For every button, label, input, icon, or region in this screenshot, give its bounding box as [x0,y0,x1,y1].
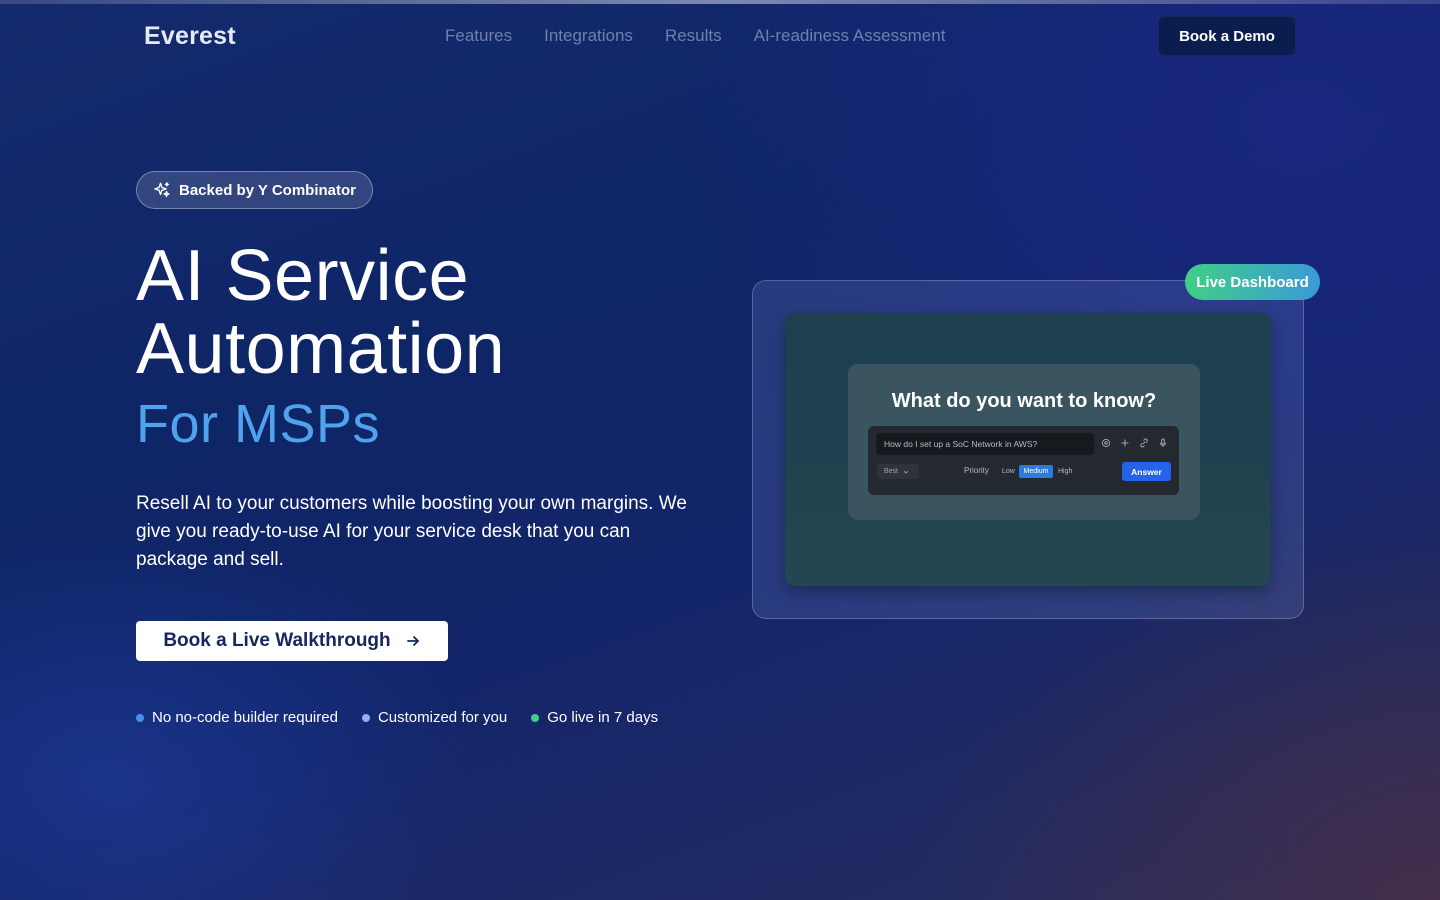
question-input[interactable] [876,433,1094,455]
top-accent-line [0,0,1440,4]
plus-icon[interactable] [1119,436,1131,450]
feature-point: No no-code builder required [136,709,338,726]
bullet-dot-icon [361,713,370,722]
brand-logo[interactable]: Everest [144,22,236,51]
priority-low[interactable]: Low [1002,465,1015,478]
cta-label: Book a Live Walkthrough [163,630,391,651]
mode-select[interactable]: Best [877,464,919,479]
yc-badge: Backed by Y Combinator [136,171,373,209]
gear-icon[interactable] [1100,436,1112,450]
sparkle-icon [154,182,170,198]
answer-button[interactable]: Answer [1122,462,1171,481]
hero-title-line-1: AI Service [136,236,470,316]
mode-select-label: Best [884,468,899,475]
feature-point-label: Customized for you [377,709,508,726]
feature-point-label: No no-code builder required [152,709,338,726]
main-nav: Features Integrations Results AI-readine… [445,26,945,46]
nav-results[interactable]: Results [665,26,722,46]
priority-high[interactable]: High [1058,465,1072,478]
bullet-dot-icon [531,713,540,722]
feature-point: Customized for you [361,709,508,726]
book-demo-button[interactable]: Book a Demo [1158,16,1296,56]
feature-points: No no-code builder required Customized f… [136,709,658,726]
live-dashboard-badge: Live Dashboard [1185,264,1320,300]
hero-subtitle: For MSPs [136,394,381,454]
feature-point: Go live in 7 days [531,709,658,726]
ask-title: What do you want to know? [891,390,1157,412]
hero-title: AI Service Automation [136,240,505,386]
badge-label: Backed by Y Combinator [179,181,356,199]
book-walkthrough-button[interactable]: Book a Live Walkthrough [136,621,448,661]
arrow-right-icon [406,636,419,646]
ask-tools [1100,436,1169,450]
bullet-dot-icon [136,713,144,722]
feature-point-label: Go live in 7 days [547,709,659,726]
hero-title-line-2: Automation [136,309,506,389]
chevron-down-icon [903,470,909,474]
hero-description: Resell AI to your customers while boosti… [136,493,687,570]
nav-features[interactable]: Features [445,26,512,46]
microphone-icon[interactable] [1157,436,1169,450]
nav-ai-readiness-assessment[interactable]: AI-readiness Assessment [754,26,946,46]
priority-label: Priority [964,466,989,475]
link-icon[interactable] [1138,436,1150,450]
nav-integrations[interactable]: Integrations [544,26,633,46]
priority-medium[interactable]: Medium [1019,465,1053,478]
